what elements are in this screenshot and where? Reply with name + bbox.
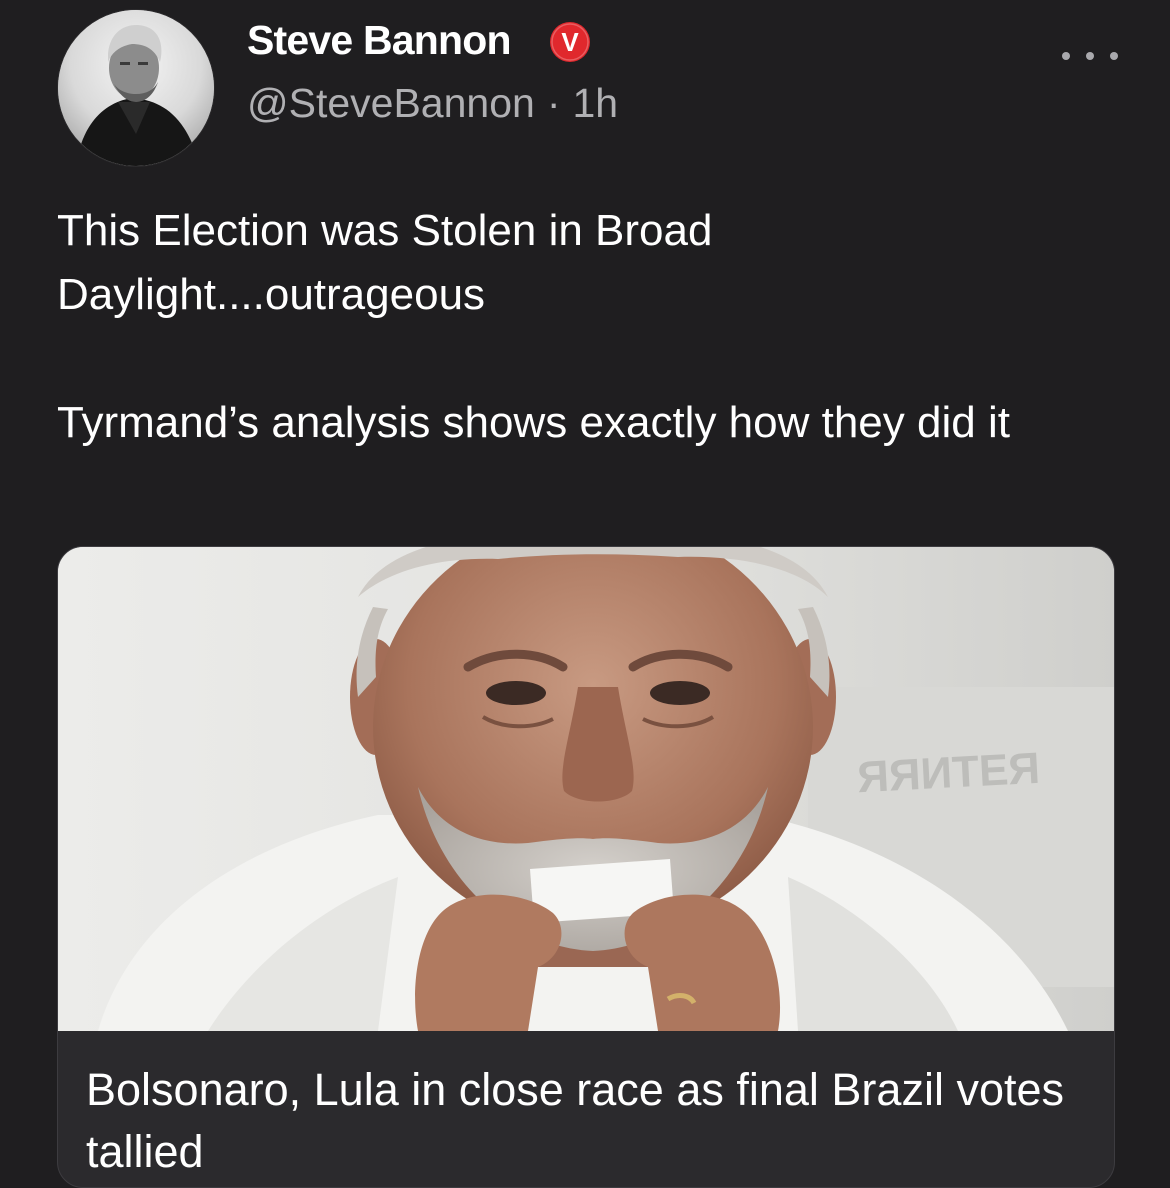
more-options-button[interactable]	[1062, 38, 1118, 74]
post: Steve Bannon V @SteveBannon · 1h This Elec…	[0, 0, 1170, 1188]
card-title: Bolsonaro, Lula in close race as final B…	[86, 1064, 1065, 1177]
avatar[interactable]	[58, 10, 214, 166]
verified-badge-icon: V	[550, 22, 590, 62]
author-name[interactable]: Steve Bannon	[247, 17, 512, 64]
more-horizontal-icon	[1062, 52, 1070, 60]
author-handle[interactable]: @SteveBannon	[247, 80, 535, 126]
post-time[interactable]: 1h	[572, 80, 618, 126]
card-image: ЯЯИТЕЯ	[58, 547, 1114, 1031]
svg-text:ЯЯИТЕЯ: ЯЯИТЕЯ	[856, 744, 1041, 802]
post-text: This Election was Stolen in Broad Daylig…	[57, 199, 1117, 455]
post-paragraph: Tyrmand’s analysis shows exactly how the…	[57, 398, 1010, 447]
link-preview-card[interactable]: ЯЯИТЕЯ Bolsonaro, Lula in close race as …	[57, 546, 1115, 1188]
handle-line: @SteveBannon · 1h	[247, 80, 618, 127]
post-paragraph: This Election was Stolen in Broad Daylig…	[57, 206, 713, 319]
separator-dot: ·	[546, 80, 561, 126]
verified-badge-letter: V	[561, 27, 579, 57]
